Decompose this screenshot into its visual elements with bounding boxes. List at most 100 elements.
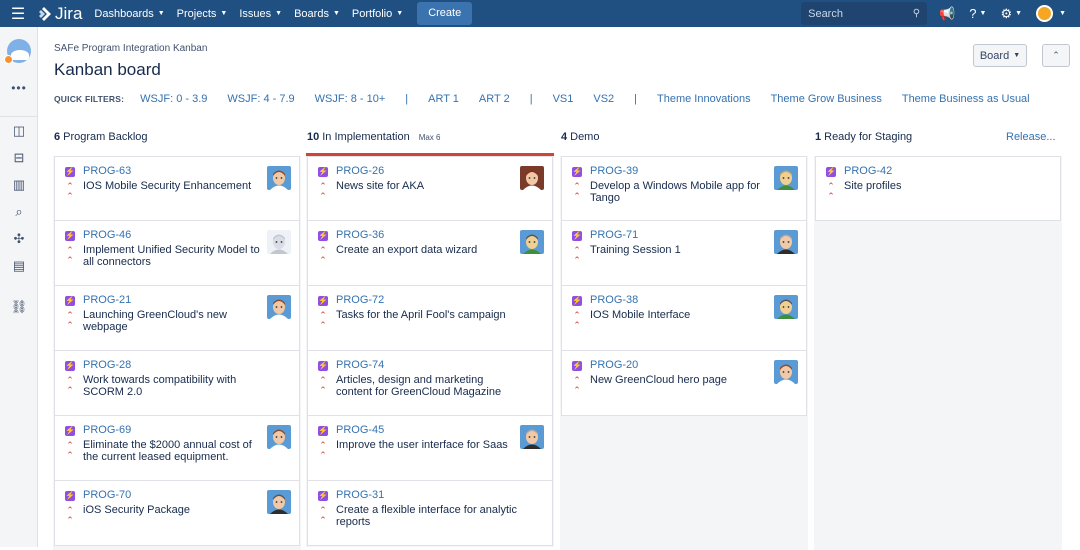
issue-card[interactable]: ⚡ PROG-45 ⌃ ⌃ Improve the user interface for… [307, 416, 553, 481]
quick-filter-vs1[interactable]: VS1 [553, 93, 574, 105]
assignee-avatar [520, 166, 544, 190]
issue-summary: Launching GreenCloud's new webpage [83, 309, 227, 333]
story-type-icon: ⚡ [572, 296, 582, 306]
quick-filter-vs2[interactable]: VS2 [593, 93, 614, 105]
search-input[interactable]: Search ⚲ [801, 2, 928, 25]
nav-projects[interactable]: Projects ▼ [177, 8, 228, 20]
collapse-header-button[interactable]: ⌃ [1042, 44, 1070, 67]
nav-label: Boards [294, 7, 329, 20]
quick-filter-theme-grow-business[interactable]: Theme Grow Business [771, 93, 882, 105]
quick-filter-wsjf-4-7-9[interactable]: WSJF: 4 - 7.9 [227, 93, 294, 105]
issue-key[interactable]: PROG-26 [336, 165, 384, 177]
link-icon[interactable]: ⛓ [0, 299, 38, 315]
issue-key[interactable]: PROG-36 [336, 229, 384, 241]
quick-filter-art-2[interactable]: ART 2 [479, 93, 510, 105]
issue-key[interactable]: PROG-71 [590, 229, 638, 241]
issue-card[interactable]: ⚡ PROG-21 ⌃ ⌃ Launching GreenCloud's new web… [54, 286, 300, 351]
nav-dashboards[interactable]: Dashboards ▼ [94, 8, 164, 20]
quick-filter-wsjf-8-10[interactable]: WSJF: 8 - 10+ [315, 93, 386, 105]
issue-key[interactable]: PROG-39 [590, 165, 638, 177]
quick-filter-wsjf-0-3-9[interactable]: WSJF: 0 - 3.9 [140, 93, 207, 105]
issue-key[interactable]: PROG-63 [83, 165, 131, 177]
story-type-icon: ⚡ [318, 426, 328, 436]
issue-summary: Create an export data wizard [336, 244, 478, 256]
settings-gear-icon[interactable]: ⚙ ▼ [1000, 6, 1022, 22]
issue-summary: Site profiles [844, 180, 902, 192]
assignee-avatar [520, 425, 544, 449]
issue-key[interactable]: PROG-74 [336, 359, 384, 371]
add-ons-puzzle-icon[interactable]: ✣ [0, 231, 38, 247]
quick-filter-art-1[interactable]: ART 1 [428, 93, 459, 105]
feedback-icon[interactable]: 📢 [939, 6, 955, 22]
issue-key[interactable]: PROG-45 [336, 424, 384, 436]
jira-logo[interactable]: Jira [36, 4, 82, 24]
issue-card[interactable]: ⚡ PROG-46 ⌃ ⌃ Implement Unified Security Mod… [54, 221, 300, 286]
issue-card[interactable]: ⚡ PROG-38 ⌃ ⌃ IOS Mobile Interface [561, 286, 807, 351]
issue-card[interactable]: ⚡ PROG-63 ⌃ ⌃ IOS Mobile Security Enhancemen… [54, 156, 300, 221]
issue-card[interactable]: ⚡ PROG-70 ⌃ ⌃ iOS Security Package [54, 481, 300, 546]
quick-filters: QUICK FILTERS: WSJF: 0 - 3.9 WSJF: 4 - 7.… [54, 93, 1050, 105]
issue-card[interactable]: ⚡ PROG-28 ⌃ ⌃ Work towards compatibility wit… [54, 351, 300, 416]
breadcrumb[interactable]: SAFe Program Integration Kanban [54, 43, 207, 54]
chevron-down-icon: ▼ [332, 10, 340, 17]
issue-card[interactable]: ⚡ PROG-36 ⌃ ⌃ Create an export data wizard [307, 221, 553, 286]
top-navigation-bar: ☰ Jira Dashboards ▼ Projects ▼ Issues ▼ Boards… [0, 0, 1080, 27]
issue-key[interactable]: PROG-38 [590, 294, 638, 306]
issue-card[interactable]: ⚡ PROG-31 ⌃ ⌃ Create a flexible interface fo… [307, 481, 553, 546]
story-type-icon: ⚡ [318, 167, 328, 177]
kanban-board: 6 Program Backlog ⚡ PROG-63 ⌃ ⌃ IOS Mobile Sec… [39, 120, 1080, 550]
story-type-icon: ⚡ [318, 231, 328, 241]
user-avatar [1036, 5, 1054, 22]
issue-card[interactable]: ⚡ PROG-39 ⌃ ⌃ Develop a Windows Mobile app f… [561, 156, 807, 221]
issue-key[interactable]: PROG-69 [83, 424, 131, 436]
issue-card[interactable]: ⚡ PROG-74 ⌃ ⌃ Articles, design and marketing… [307, 351, 553, 416]
filter-separator: | [405, 93, 409, 105]
board-menu-button[interactable]: Board ▼ [973, 44, 1027, 67]
story-type-icon: ⚡ [65, 426, 75, 436]
help-icon[interactable]: ? ▼ [969, 6, 986, 21]
release-link[interactable]: Release... [1006, 131, 1056, 143]
assignee-avatar [267, 166, 291, 190]
user-avatar-menu[interactable]: ▼ [1036, 5, 1066, 22]
issue-card[interactable]: ⚡ PROG-26 ⌃ ⌃ News site for AKA [307, 156, 553, 221]
board-icon[interactable]: ◫ [0, 123, 38, 139]
create-button[interactable]: Create [417, 2, 473, 25]
app-switcher-icon[interactable]: ☰ [0, 0, 36, 27]
quick-filter-theme-innovations[interactable]: Theme Innovations [657, 93, 751, 105]
quick-filter-theme-business-as-usual[interactable]: Theme Business as Usual [902, 93, 1030, 105]
issue-card[interactable]: ⚡ PROG-42 ⌃ ⌃ Site profiles [815, 156, 1061, 221]
priority-highest-icon: ⌃ ⌃ [827, 181, 835, 201]
issue-summary: Articles, design and marketing content f… [336, 374, 502, 398]
assignee-avatar [267, 425, 291, 449]
issue-key[interactable]: PROG-28 [83, 359, 131, 371]
assignee-avatar [774, 360, 798, 384]
issue-key[interactable]: PROG-21 [83, 294, 131, 306]
search-icon: ⚲ [912, 8, 921, 19]
issue-card[interactable]: ⚡ PROG-69 ⌃ ⌃ Eliminate the $2000 annual cos… [54, 416, 300, 481]
column-name: Ready for Staging [824, 131, 913, 143]
story-type-icon: ⚡ [65, 167, 75, 177]
issue-key[interactable]: PROG-42 [844, 165, 892, 177]
reports-icon[interactable]: ▥ [0, 177, 38, 193]
chevron-down-icon: ▼ [1013, 52, 1021, 59]
nav-boards[interactable]: Boards ▼ [294, 8, 340, 20]
nav-issues[interactable]: Issues ▼ [239, 8, 282, 20]
issues-search-icon[interactable]: ⌕ [0, 204, 38, 220]
project-pages-icon[interactable]: ▤ [0, 258, 38, 274]
issue-card[interactable]: ⚡ PROG-20 ⌃ ⌃ New GreenCloud hero page [561, 351, 807, 416]
issue-card[interactable]: ⚡ PROG-72 ⌃ ⌃ Tasks for the April Fool's cam… [307, 286, 553, 351]
backlog-icon[interactable]: ⊟ [0, 150, 38, 166]
issue-key[interactable]: PROG-31 [336, 489, 384, 501]
issue-key[interactable]: PROG-70 [83, 489, 131, 501]
more-dots-icon[interactable]: ••• [0, 81, 38, 95]
column-max-limit: Max 6 [418, 133, 441, 142]
search-placeholder: Search [808, 7, 843, 20]
issue-card[interactable]: ⚡ PROG-71 ⌃ ⌃ Training Session 1 [561, 221, 807, 286]
issue-summary: News site for AKA [336, 180, 425, 192]
issue-key[interactable]: PROG-20 [590, 359, 638, 371]
issue-summary: Implement Unified Security Model to all … [83, 244, 260, 268]
issue-key[interactable]: PROG-46 [83, 229, 131, 241]
issue-key[interactable]: PROG-72 [336, 294, 384, 306]
chevron-down-icon: ▼ [220, 10, 228, 17]
nav-portfolio[interactable]: Portfolio ▼ [352, 8, 403, 20]
